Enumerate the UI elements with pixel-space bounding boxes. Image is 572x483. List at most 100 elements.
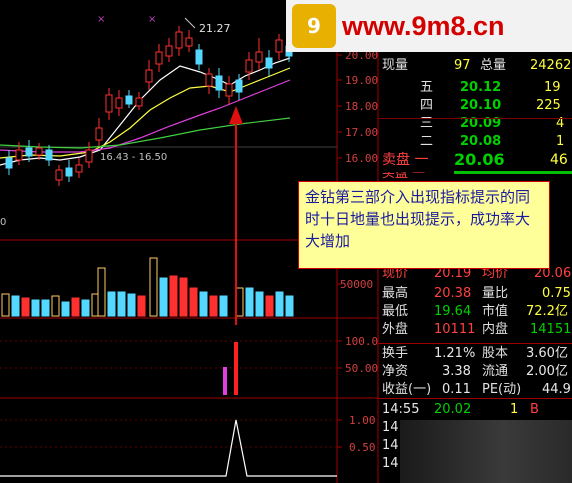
annotation-note: 金钻第三部介入出现指标提示的同时十日地量也出现提示，成功率大大增加 [298,181,550,269]
indicator-bar-red [234,342,238,395]
candle-body [255,51,263,63]
candle-body [25,147,33,157]
candle-body [5,157,13,169]
candle-body [15,149,23,161]
candle-body [65,167,73,177]
candle-body [145,69,153,83]
volume-bar [199,291,208,317]
volume-bar [169,275,178,317]
price-tick: 17.00 [345,126,379,139]
stat-row: 最低 19.64 市值 72.2亿 [382,304,568,319]
volume-bar [81,299,90,317]
label: 现量 [382,58,409,73]
candle-body [185,37,193,47]
candle-body [115,97,123,109]
value: 24262 [530,58,572,73]
ask-row-best[interactable]: 卖盘 一 20.06 46 [378,150,572,170]
volume-bar [159,277,168,317]
stat-row: 净资 3.38 流通 2.00亿 [382,364,568,379]
volume-bar [209,295,218,317]
candle-body [225,83,233,97]
volume-bars [1,257,294,317]
blurred-region [400,420,572,483]
candle-body [175,31,183,49]
stat-row: 收益(一) 0.11 PE(动) 44.9 [382,382,571,397]
candle-body [265,57,273,69]
volume-bar [127,293,136,317]
candle-body [125,95,133,105]
candle-body [85,149,93,163]
volume-bar [235,287,244,317]
ma-line-green [0,117,291,149]
volume-row: 现量 97 总量 24262 [378,56,572,76]
candle-body [195,49,203,65]
candle-body [245,59,253,73]
price-high-label: 21.27 [199,22,231,35]
volume-bar [189,287,198,317]
volume-zero-label: 0 [0,217,6,228]
signal-tick: 0.50 [349,441,376,454]
candle-body [215,75,223,91]
volume-bar [245,287,254,317]
volume-bar [265,295,274,317]
volume-bar [97,267,106,317]
candle-body [45,149,53,161]
volume-tick: 50000 [340,278,374,291]
indicator-bar-magenta [223,367,227,395]
arrow-up-icon [229,106,243,124]
volume-bar [117,291,126,317]
site-watermark: 9 www.9m8.cn [286,0,572,52]
tick-row[interactable]: 14:55 20.02 1 B [378,400,572,420]
volume-bar [1,293,10,317]
candle-body [75,164,83,173]
volume-bar [41,299,50,317]
volume-bar [275,291,284,317]
signal-tick: 1.00 [349,414,376,427]
candle-body [105,94,113,113]
volume-bar [11,295,20,317]
candle-body [95,127,103,141]
volume-bar [61,301,70,317]
candle-body [135,97,143,107]
candle-body [155,51,163,65]
site-logo: 9 [292,4,336,48]
indicator-tick: 50.00 [345,362,379,375]
label: 总量 [480,58,507,73]
ask-row[interactable]: 三 20.09 4 [378,114,572,134]
signal-spike [0,419,337,477]
stat-row: 最高 20.38 量比 0.75 [382,286,571,301]
candle-body [275,39,283,53]
indicator-tick: 100.0 [345,335,379,348]
price-tick: 16.00 [345,152,379,165]
candle-body [165,45,173,57]
volume-bar [21,297,30,317]
ma-line-white [0,57,291,166]
volume-bar [285,295,294,317]
candle-body [35,147,43,156]
volume-bar [255,291,264,317]
ask-row[interactable]: 二 20.08 1 [378,132,572,152]
volume-bar [137,295,146,317]
candle-body [235,79,243,93]
volume-bar [31,299,40,317]
marker-x: × [97,14,105,25]
volume-bar [179,277,188,317]
site-url: www.9m8.cn [342,10,505,41]
stat-row: 换手 1.21% 股本 3.60亿 [382,346,568,361]
price-tick: 19.00 [345,74,379,87]
ma-values-label: 16.43 - 16.50 [100,152,167,163]
volume-bar [71,297,80,317]
ask-row[interactable]: 四 20.10 225 [378,96,572,116]
ma-line-yellow [0,67,291,159]
candle-body [55,169,63,181]
volume-bar [51,295,60,317]
volume-bar [219,295,228,317]
price-tick: 18.00 [345,100,379,113]
volume-bar [149,257,158,317]
volume-bar [107,291,116,317]
value: 97 [454,58,471,73]
marker-x: × [148,14,156,25]
stat-row: 外盘 10111 内盘 14151 [382,322,572,337]
ask-row[interactable]: 五 20.12 19 [378,78,572,98]
candle-body [205,73,213,87]
